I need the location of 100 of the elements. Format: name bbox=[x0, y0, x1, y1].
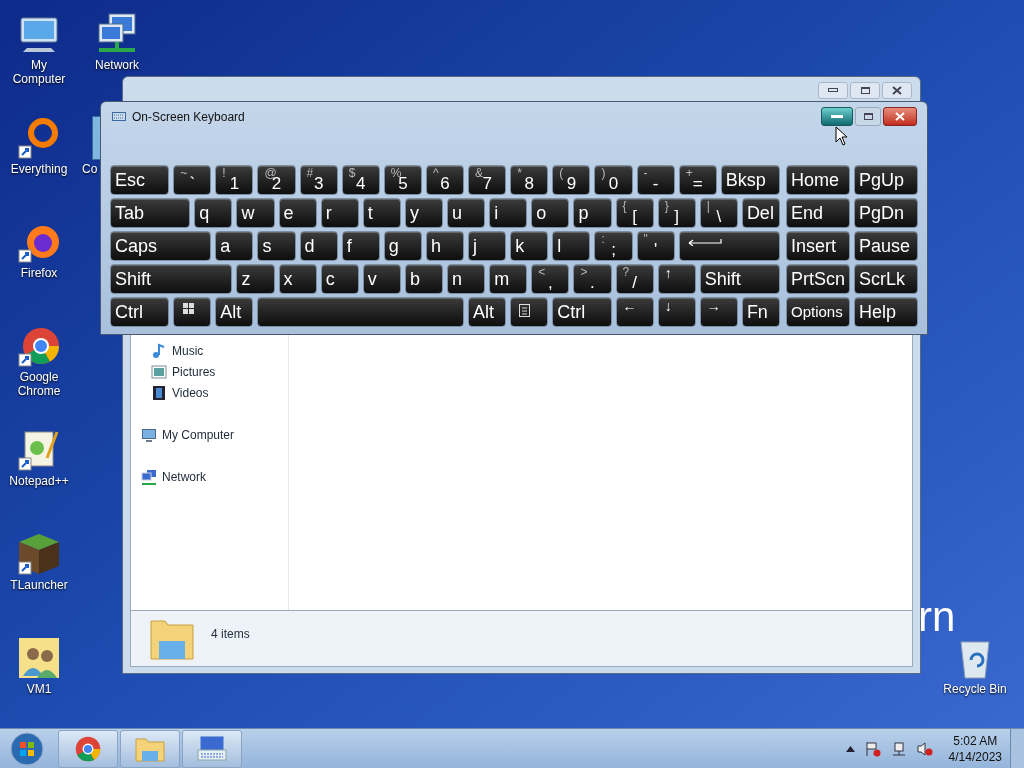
arrow-key[interactable]: → bbox=[699, 297, 738, 327]
desktop-icon-label[interactable]: Notepad++ bbox=[5, 474, 73, 488]
key[interactable]: <, bbox=[531, 264, 570, 294]
key[interactable]: o bbox=[531, 198, 570, 228]
key[interactable]: y bbox=[404, 198, 443, 228]
key[interactable]: h bbox=[425, 231, 465, 261]
key[interactable]: j bbox=[468, 231, 507, 261]
key[interactable]: @2 bbox=[257, 165, 296, 195]
close-button[interactable] bbox=[883, 107, 917, 126]
key[interactable]: { [ bbox=[615, 198, 654, 228]
key[interactable]: PgDn bbox=[854, 198, 918, 228]
key[interactable]: ! 1 bbox=[215, 165, 254, 195]
key[interactable]: Insert bbox=[786, 231, 850, 261]
key[interactable]: Help bbox=[854, 297, 918, 327]
desktop-icon-label[interactable]: Network bbox=[83, 58, 151, 72]
key[interactable]: f bbox=[341, 231, 380, 261]
minimize-button[interactable] bbox=[821, 107, 853, 126]
key[interactable]: l bbox=[552, 231, 591, 261]
key[interactable]: ScrLk bbox=[854, 264, 918, 294]
maximize-button[interactable] bbox=[850, 81, 880, 99]
desktop-icon-label[interactable]: My Computer bbox=[5, 58, 73, 86]
key[interactable]: ( 9 bbox=[552, 165, 591, 195]
key[interactable]: &7 bbox=[468, 165, 507, 195]
space-key[interactable] bbox=[257, 297, 465, 327]
key[interactable]: Pause bbox=[854, 231, 918, 261]
key[interactable]: w bbox=[236, 198, 275, 228]
key[interactable]: Alt bbox=[215, 297, 254, 327]
key[interactable]: Tab bbox=[110, 198, 191, 228]
key[interactable]: k bbox=[510, 231, 549, 261]
windows-key[interactable] bbox=[173, 297, 212, 327]
key[interactable]: c bbox=[320, 264, 359, 294]
key[interactable]: Bksp bbox=[720, 165, 780, 195]
key[interactable]: Ctrl bbox=[552, 297, 612, 327]
key[interactable]: m bbox=[489, 264, 528, 294]
key[interactable]: Options bbox=[786, 297, 850, 327]
key[interactable]: Caps bbox=[110, 231, 212, 261]
key[interactable]: b bbox=[404, 264, 443, 294]
maximize-button[interactable] bbox=[855, 107, 881, 126]
desktop-icon-label[interactable]: Everything bbox=[5, 162, 73, 176]
key[interactable]: i bbox=[489, 198, 528, 228]
desktop-icon-label[interactable]: Firefox bbox=[5, 266, 73, 280]
speaker-muted-icon[interactable] bbox=[916, 740, 933, 757]
arrow-key[interactable]: ↑ bbox=[657, 264, 696, 294]
caret-up-icon[interactable] bbox=[845, 745, 855, 752]
key[interactable]: PgUp bbox=[854, 165, 918, 195]
clock-date[interactable]: 4/14/2023 bbox=[948, 748, 1002, 765]
nav-item[interactable]: Pictures bbox=[172, 362, 216, 381]
key[interactable]: p bbox=[573, 198, 612, 228]
key[interactable]: " ' bbox=[636, 231, 675, 261]
key[interactable]: n bbox=[447, 264, 486, 294]
clock-time[interactable]: 5:02 AM bbox=[953, 732, 998, 749]
key[interactable]: : ; bbox=[594, 231, 633, 261]
key[interactable]: g bbox=[383, 231, 422, 261]
desktop-icon-label[interactable]: Recycle Bin bbox=[941, 682, 1009, 696]
key[interactable]: %5 bbox=[383, 165, 422, 195]
key[interactable]: r bbox=[320, 198, 359, 228]
flag-icon[interactable] bbox=[864, 740, 881, 757]
desktop-icon-label[interactable]: Co bbox=[82, 162, 98, 176]
key[interactable]: ) 0 bbox=[594, 165, 633, 195]
key[interactable]: *8 bbox=[510, 165, 549, 195]
nav-item[interactable]: Network bbox=[162, 467, 206, 486]
minimize-button[interactable] bbox=[818, 81, 848, 99]
arrow-key[interactable]: ↓ bbox=[657, 297, 696, 327]
key[interactable]: ~` bbox=[173, 165, 212, 195]
key[interactable]: PrtScn bbox=[786, 264, 850, 294]
nav-item[interactable]: Videos bbox=[172, 383, 209, 402]
key[interactable]: Fn bbox=[741, 297, 780, 327]
key[interactable]: Shift bbox=[110, 264, 233, 294]
key[interactable]: x bbox=[278, 264, 317, 294]
menu-key[interactable] bbox=[510, 297, 549, 327]
arrow-key[interactable]: ← bbox=[615, 297, 654, 327]
key[interactable]: >. bbox=[573, 264, 612, 294]
key[interactable]: - - bbox=[636, 165, 675, 195]
key[interactable]: End bbox=[786, 198, 850, 228]
key[interactable]: s bbox=[257, 231, 296, 261]
key[interactable]: z bbox=[236, 264, 275, 294]
desktop-icon-label[interactable]: Google Chrome bbox=[5, 370, 73, 398]
key[interactable]: += bbox=[678, 165, 717, 195]
key[interactable]: u bbox=[447, 198, 486, 228]
desktop-icon-label[interactable]: TLauncher bbox=[5, 578, 73, 592]
enter-key[interactable] bbox=[678, 231, 780, 261]
key[interactable]: Del bbox=[741, 198, 780, 228]
key[interactable]: } ] bbox=[657, 198, 696, 228]
key[interactable]: | \ bbox=[699, 198, 738, 228]
key[interactable]: q bbox=[194, 198, 233, 228]
key[interactable]: e bbox=[278, 198, 317, 228]
close-button[interactable] bbox=[882, 81, 912, 99]
key[interactable]: Esc bbox=[110, 165, 170, 195]
key[interactable]: Shift bbox=[699, 264, 780, 294]
taskbar-button[interactable] bbox=[182, 729, 242, 768]
key[interactable]: t bbox=[362, 198, 401, 228]
taskbar-button[interactable] bbox=[58, 729, 118, 768]
key[interactable]: ? / bbox=[615, 264, 654, 294]
key[interactable]: Alt bbox=[468, 297, 507, 327]
key[interactable]: a bbox=[215, 231, 254, 261]
key[interactable]: Home bbox=[786, 165, 850, 195]
key[interactable]: Ctrl bbox=[110, 297, 170, 327]
key[interactable]: #3 bbox=[299, 165, 338, 195]
key[interactable]: d bbox=[299, 231, 338, 261]
key[interactable]: $4 bbox=[341, 165, 380, 195]
